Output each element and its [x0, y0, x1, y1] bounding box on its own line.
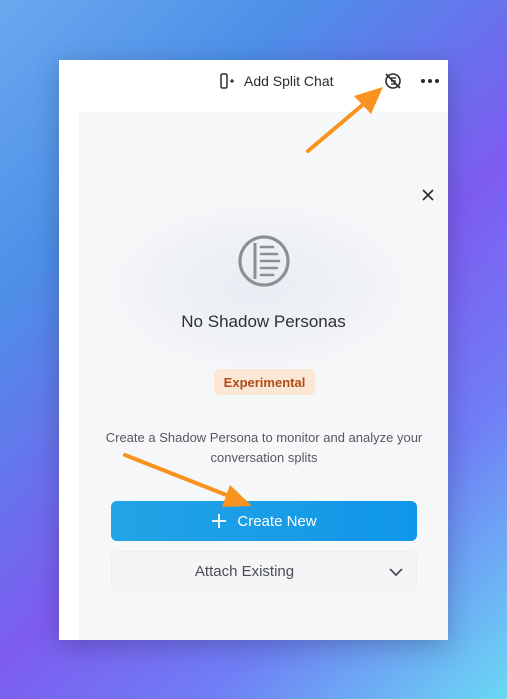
- more-horizontal-icon: [421, 79, 439, 83]
- create-new-button[interactable]: Create New: [111, 501, 417, 541]
- plus-icon: [212, 514, 227, 528]
- empty-state-title: No Shadow Personas: [181, 312, 346, 331]
- add-split-chat-label: Add Split Chat: [244, 73, 334, 89]
- empty-state-description: Create a Shadow Persona to monitor and a…: [105, 430, 423, 465]
- close-icon: [422, 189, 434, 201]
- add-split-chat-button[interactable]: Add Split Chat: [219, 70, 334, 92]
- attach-existing-label: Attach Existing: [194, 563, 295, 580]
- shadow-persona-toggle[interactable]: [382, 70, 404, 92]
- attach-existing-select[interactable]: Attach Existing: [111, 551, 417, 591]
- shadow-persona-icon: [238, 235, 290, 287]
- chevron-down-icon: [389, 568, 403, 577]
- experimental-badge: Experimental: [214, 369, 315, 395]
- shadow-persona-off-icon: [385, 73, 401, 89]
- close-panel-button[interactable]: [418, 185, 438, 205]
- create-new-label: Create New: [237, 512, 317, 530]
- top-toolbar: Add Split Chat: [59, 60, 448, 102]
- split-view-add-icon: [220, 73, 234, 89]
- more-options-button[interactable]: [418, 71, 442, 91]
